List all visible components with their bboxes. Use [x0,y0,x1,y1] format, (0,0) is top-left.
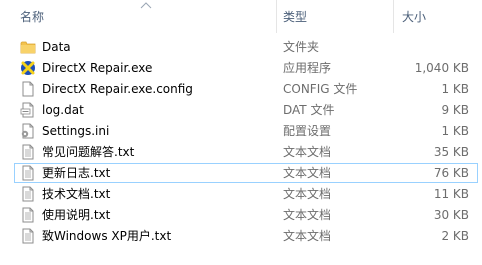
column-divider[interactable] [393,0,394,33]
file-type: 应用程序 [283,61,332,75]
file-size: 76 KB [433,166,469,180]
file-type: 文本文档 [283,208,332,222]
file-type: 文本文档 [283,229,332,243]
file-row-settings-ini[interactable]: Settings.ini 配置设置 1 KB [14,121,478,141]
file-row-directx-exe[interactable]: DirectX Repair.exe 应用程序 1,040 KB [14,58,478,78]
file-row-data-folder[interactable]: Data 文件夹 [14,37,478,57]
sort-ascending-icon [140,2,152,9]
file-type: DAT 文件 [283,103,335,117]
file-row-winxp-txt[interactable]: 致Windows XP用户.txt 文本文档 2 KB [14,226,478,246]
text-file-icon [22,207,34,223]
file-row-config[interactable]: DirectX Repair.exe.config CONFIG 文件 1 KB [14,79,478,99]
file-name: Settings.ini [42,124,110,138]
file-name: 技术文档.txt [42,187,111,201]
file-name: 常见问题解答.txt [42,145,135,159]
file-size: 1 KB [441,82,469,96]
file-row-changelog-txt[interactable]: 更新日志.txt 文本文档 76 KB [14,163,478,183]
file-type: CONFIG 文件 [283,82,358,96]
file-name: 使用说明.txt [42,208,111,222]
folder-icon [20,41,36,54]
file-size: 30 KB [433,208,469,222]
file-size: 2 KB [441,229,469,243]
file-name: 致Windows XP用户.txt [42,229,172,243]
text-file-icon [22,186,34,202]
file-row-techdoc-txt[interactable]: 技术文档.txt 文本文档 11 KB [14,184,478,204]
file-name: log.dat [42,103,84,117]
file-size: 1,040 KB [414,61,469,75]
settings-file-icon [21,123,34,139]
file-size: 1 KB [441,124,469,138]
file-type: 配置设置 [283,124,332,138]
column-divider[interactable] [276,0,277,33]
file-name: DirectX Repair.exe.config [42,82,193,96]
column-header-bar: 名称 类型 大小 [0,0,482,33]
text-file-icon [22,144,34,160]
file-type: 文本文档 [283,166,332,180]
file-size: 35 KB [433,145,469,159]
text-file-icon [22,228,34,244]
column-header-name[interactable]: 名称 [20,0,44,33]
file-row-faq-txt[interactable]: 常见问题解答.txt 文本文档 35 KB [14,142,478,162]
dat-file-icon [20,102,34,118]
file-size: 9 KB [441,103,469,117]
file-name: Data [42,40,71,54]
file-icon [22,81,34,97]
file-type: 文本文档 [283,145,332,159]
text-file-icon [22,165,34,181]
file-type: 文件夹 [283,40,320,54]
file-size: 11 KB [433,187,469,201]
file-row-manual-txt[interactable]: 使用说明.txt 文本文档 30 KB [14,205,478,225]
directx-app-icon [21,61,35,75]
file-name: DirectX Repair.exe [42,61,153,75]
column-header-type[interactable]: 类型 [283,0,307,33]
column-header-size[interactable]: 大小 [402,0,426,33]
file-row-log-dat[interactable]: log.dat DAT 文件 9 KB [14,100,478,120]
file-name: 更新日志.txt [42,166,111,180]
file-type: 文本文档 [283,187,332,201]
